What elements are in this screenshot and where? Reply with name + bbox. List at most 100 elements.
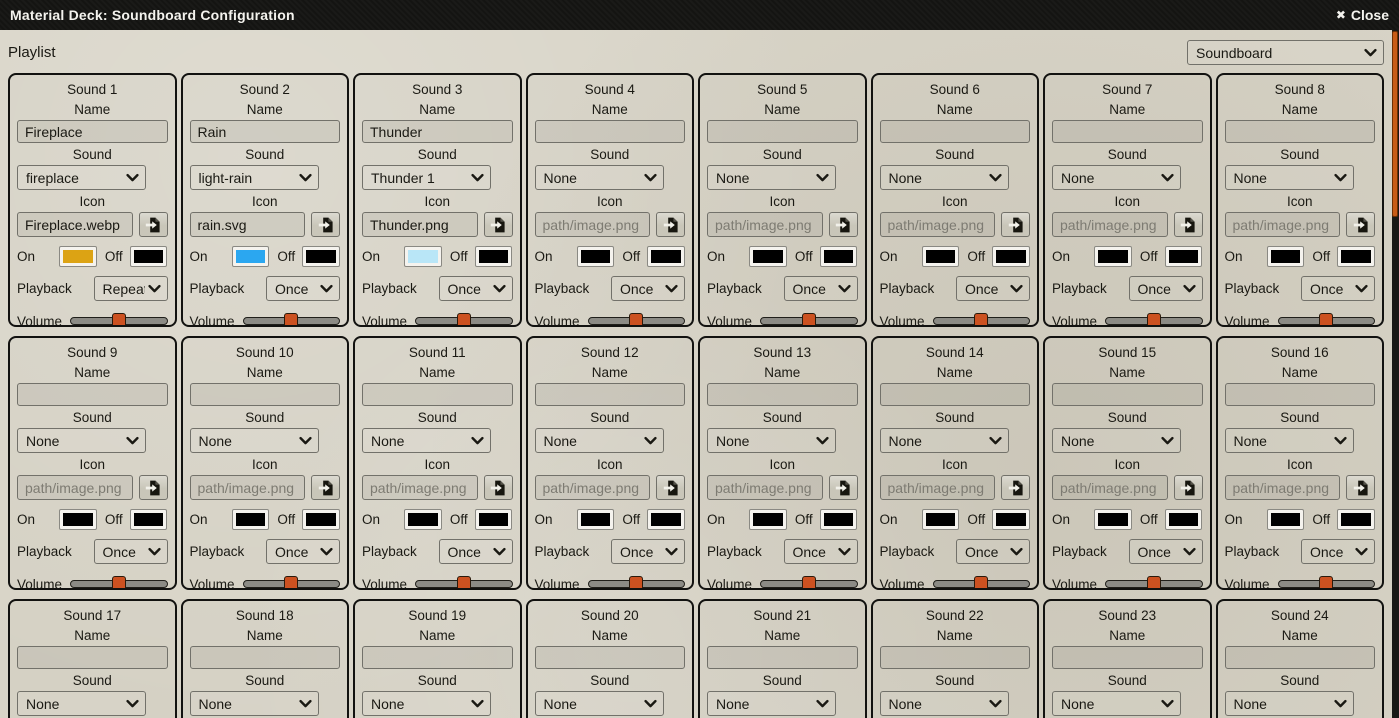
file-picker-button[interactable] (1001, 475, 1030, 500)
file-picker-button[interactable] (484, 212, 513, 237)
sound-select[interactable]: None (17, 428, 146, 453)
volume-slider[interactable] (588, 575, 685, 590)
off-color-picker[interactable] (1337, 246, 1375, 267)
playback-select[interactable]: Once (1301, 539, 1375, 564)
name-input[interactable] (1225, 646, 1376, 669)
sound-select[interactable]: fireplace (17, 165, 146, 190)
off-color-picker[interactable] (992, 509, 1030, 530)
off-color-picker[interactable] (130, 509, 168, 530)
name-input[interactable] (1225, 120, 1376, 143)
playback-select[interactable]: Once (611, 276, 685, 301)
playback-select[interactable]: Once (784, 539, 858, 564)
playback-select[interactable]: Once (611, 539, 685, 564)
name-input[interactable] (880, 383, 1031, 406)
sound-select[interactable]: None (535, 165, 664, 190)
icon-path-input[interactable] (880, 212, 996, 237)
sound-select[interactable]: None (1052, 691, 1181, 716)
sound-select[interactable]: None (535, 691, 664, 716)
name-input[interactable] (707, 646, 858, 669)
sound-select[interactable]: None (1225, 691, 1354, 716)
icon-path-input[interactable] (1225, 475, 1341, 500)
sound-select[interactable]: None (707, 691, 836, 716)
file-picker-button[interactable] (484, 475, 513, 500)
name-input[interactable] (17, 120, 168, 143)
file-picker-button[interactable] (829, 212, 858, 237)
on-color-picker[interactable] (59, 509, 97, 530)
file-picker-button[interactable] (1346, 475, 1375, 500)
name-input[interactable] (707, 120, 858, 143)
off-color-picker[interactable] (1337, 509, 1375, 530)
off-color-picker[interactable] (1165, 246, 1203, 267)
playback-select[interactable]: Once (956, 276, 1030, 301)
name-input[interactable] (707, 383, 858, 406)
name-input[interactable] (880, 120, 1031, 143)
file-picker-button[interactable] (311, 212, 340, 237)
off-color-picker[interactable] (820, 246, 858, 267)
icon-path-input[interactable] (707, 212, 823, 237)
icon-path-input[interactable] (17, 212, 133, 237)
icon-path-input[interactable] (535, 212, 651, 237)
on-color-picker[interactable] (922, 246, 960, 267)
file-picker-button[interactable] (139, 212, 168, 237)
playback-select[interactable]: Once (439, 539, 513, 564)
playback-select[interactable]: Once (1301, 276, 1375, 301)
volume-slider[interactable] (760, 575, 857, 590)
icon-path-input[interactable] (362, 212, 478, 237)
sound-select[interactable]: None (362, 428, 491, 453)
on-color-picker[interactable] (232, 246, 270, 267)
sound-select[interactable]: None (880, 428, 1009, 453)
file-picker-button[interactable] (829, 475, 858, 500)
sound-select[interactable]: None (1052, 165, 1181, 190)
volume-slider[interactable] (1278, 312, 1375, 327)
name-input[interactable] (362, 120, 513, 143)
volume-slider[interactable] (243, 312, 340, 327)
on-color-picker[interactable] (749, 246, 787, 267)
name-input[interactable] (1225, 383, 1376, 406)
name-input[interactable] (535, 646, 686, 669)
name-input[interactable] (535, 120, 686, 143)
volume-slider[interactable] (415, 312, 512, 327)
sound-select[interactable]: light-rain (190, 165, 319, 190)
close-button[interactable]: ✖ Close (1336, 7, 1389, 23)
off-color-picker[interactable] (475, 509, 513, 530)
scrollbar-thumb[interactable] (1392, 31, 1398, 217)
sound-select[interactable]: None (880, 691, 1009, 716)
file-picker-button[interactable] (656, 212, 685, 237)
name-input[interactable] (535, 383, 686, 406)
name-input[interactable] (17, 383, 168, 406)
sound-select[interactable]: None (1052, 428, 1181, 453)
name-input[interactable] (17, 646, 168, 669)
off-color-picker[interactable] (992, 246, 1030, 267)
file-picker-button[interactable] (1174, 475, 1203, 500)
sound-select[interactable]: None (707, 165, 836, 190)
file-picker-button[interactable] (656, 475, 685, 500)
on-color-picker[interactable] (922, 509, 960, 530)
sound-select[interactable]: None (190, 691, 319, 716)
volume-slider[interactable] (1105, 575, 1202, 590)
on-color-picker[interactable] (749, 509, 787, 530)
sound-select[interactable]: Thunder 1 (362, 165, 491, 190)
volume-slider[interactable] (70, 575, 167, 590)
icon-path-input[interactable] (190, 212, 306, 237)
file-picker-button[interactable] (1001, 212, 1030, 237)
sound-select[interactable]: None (1225, 428, 1354, 453)
off-color-picker[interactable] (820, 509, 858, 530)
name-input[interactable] (1052, 646, 1203, 669)
volume-slider[interactable] (760, 312, 857, 327)
on-color-picker[interactable] (1094, 246, 1132, 267)
volume-slider[interactable] (933, 575, 1030, 590)
file-picker-button[interactable] (311, 475, 340, 500)
off-color-picker[interactable] (647, 509, 685, 530)
playback-select[interactable]: Once (266, 276, 340, 301)
playback-select[interactable]: Once (94, 539, 168, 564)
off-color-picker[interactable] (1165, 509, 1203, 530)
icon-path-input[interactable] (190, 475, 306, 500)
sound-select[interactable]: None (17, 691, 146, 716)
icon-path-input[interactable] (707, 475, 823, 500)
name-input[interactable] (362, 383, 513, 406)
off-color-picker[interactable] (130, 246, 168, 267)
name-input[interactable] (880, 646, 1031, 669)
volume-slider[interactable] (415, 575, 512, 590)
on-color-picker[interactable] (404, 246, 442, 267)
off-color-picker[interactable] (302, 246, 340, 267)
